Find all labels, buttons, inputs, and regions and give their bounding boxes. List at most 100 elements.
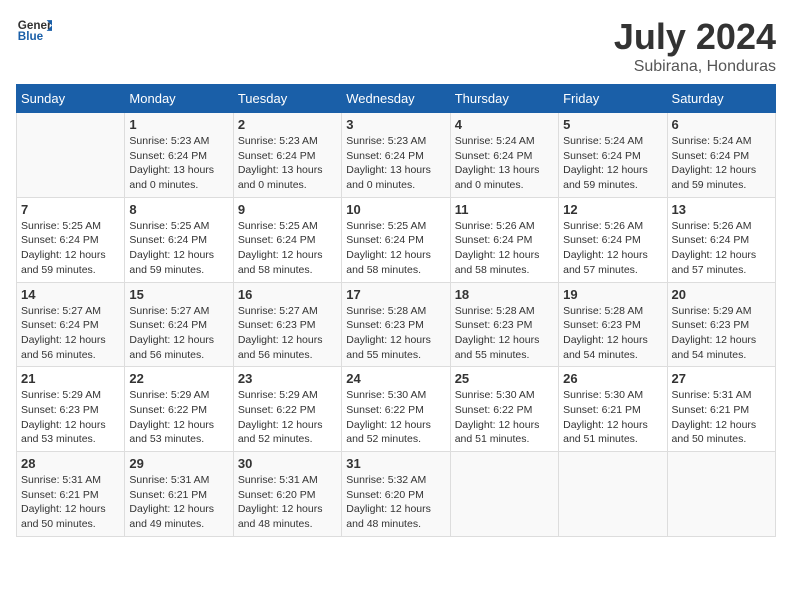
col-header-saturday: Saturday bbox=[667, 85, 775, 113]
calendar-cell: 30Sunrise: 5:31 AM Sunset: 6:20 PM Dayli… bbox=[233, 452, 341, 537]
month-year: July 2024 bbox=[614, 16, 776, 58]
day-number: 16 bbox=[238, 287, 337, 302]
day-number: 31 bbox=[346, 456, 445, 471]
col-header-sunday: Sunday bbox=[17, 85, 125, 113]
day-info: Sunrise: 5:31 AM Sunset: 6:20 PM Dayligh… bbox=[238, 473, 337, 532]
day-number: 19 bbox=[563, 287, 662, 302]
day-number: 27 bbox=[672, 371, 771, 386]
day-number: 28 bbox=[21, 456, 120, 471]
col-header-wednesday: Wednesday bbox=[342, 85, 450, 113]
calendar-week-row: 21 Sunrise: 5:29 AM Sunset: 6:23 PM Dayli… bbox=[17, 367, 776, 452]
day-number: 23 bbox=[238, 371, 337, 386]
calendar-cell: 19 Sunrise: 5:28 AM Sunset: 6:23 PM Dayli… bbox=[559, 282, 667, 367]
page-header: General Blue July 2024 Subirana, Hondura… bbox=[16, 16, 776, 76]
calendar-cell: 6 Sunrise: 5:24 AM Sunset: 6:24 PM Daylig… bbox=[667, 113, 775, 198]
calendar-cell: 10Sunrise: 5:25 AM Sunset: 6:24 PM Dayli… bbox=[342, 197, 450, 282]
svg-text:Blue: Blue bbox=[18, 30, 44, 43]
day-info: Sunrise: 5:29 AM Sunset: 6:23 PM Dayligh… bbox=[672, 304, 771, 363]
calendar-cell: 15Sunrise: 5:27 AM Sunset: 6:24 PM Dayli… bbox=[125, 282, 233, 367]
day-info: Sunrise: 5:24 AM Sunset: 6:24 PM Dayligh… bbox=[672, 134, 771, 193]
day-number: 21 bbox=[21, 371, 120, 386]
day-number: 29 bbox=[129, 456, 228, 471]
day-info: Sunrise: 5:27 AM Sunset: 6:24 PM Dayligh… bbox=[21, 304, 120, 363]
day-info: Sunrise: 5:31 AM Sunset: 6:21 PM Dayligh… bbox=[21, 473, 120, 532]
day-info: Sunrise: 5:29 AM Sunset: 6:22 PM Dayligh… bbox=[129, 388, 228, 447]
day-number: 24 bbox=[346, 371, 445, 386]
calendar-cell: 5 Sunrise: 5:24 AM Sunset: 6:24 PM Daylig… bbox=[559, 113, 667, 198]
day-number: 20 bbox=[672, 287, 771, 302]
calendar-cell: 3Sunrise: 5:23 AM Sunset: 6:24 PM Daylig… bbox=[342, 113, 450, 198]
day-number: 8 bbox=[129, 202, 228, 217]
calendar-cell: 7 Sunrise: 5:25 AM Sunset: 6:24 PM Daylig… bbox=[17, 197, 125, 282]
calendar-cell: 28 Sunrise: 5:31 AM Sunset: 6:21 PM Dayli… bbox=[17, 452, 125, 537]
day-info: Sunrise: 5:27 AM Sunset: 6:23 PM Dayligh… bbox=[238, 304, 337, 363]
day-number: 2 bbox=[238, 117, 337, 132]
day-info: Sunrise: 5:25 AM Sunset: 6:24 PM Dayligh… bbox=[346, 219, 445, 278]
calendar-cell: 20 Sunrise: 5:29 AM Sunset: 6:23 PM Dayli… bbox=[667, 282, 775, 367]
col-header-friday: Friday bbox=[559, 85, 667, 113]
day-number: 22 bbox=[129, 371, 228, 386]
day-info: Sunrise: 5:24 AM Sunset: 6:24 PM Dayligh… bbox=[455, 134, 554, 193]
calendar-cell: 26 Sunrise: 5:30 AM Sunset: 6:21 PM Dayli… bbox=[559, 367, 667, 452]
calendar-cell: 13 Sunrise: 5:26 AM Sunset: 6:24 PM Dayli… bbox=[667, 197, 775, 282]
calendar-header-row: SundayMondayTuesdayWednesdayThursdayFrid… bbox=[17, 85, 776, 113]
day-number: 6 bbox=[672, 117, 771, 132]
calendar-cell bbox=[559, 452, 667, 537]
day-number: 1 bbox=[129, 117, 228, 132]
calendar-cell: 14 Sunrise: 5:27 AM Sunset: 6:24 PM Dayli… bbox=[17, 282, 125, 367]
logo: General Blue bbox=[16, 16, 52, 44]
day-info: Sunrise: 5:30 AM Sunset: 6:22 PM Dayligh… bbox=[455, 388, 554, 447]
day-info: Sunrise: 5:26 AM Sunset: 6:24 PM Dayligh… bbox=[563, 219, 662, 278]
day-number: 11 bbox=[455, 202, 554, 217]
calendar-cell: 21 Sunrise: 5:29 AM Sunset: 6:23 PM Dayli… bbox=[17, 367, 125, 452]
day-info: Sunrise: 5:26 AM Sunset: 6:24 PM Dayligh… bbox=[672, 219, 771, 278]
calendar-cell: 27 Sunrise: 5:31 AM Sunset: 6:21 PM Dayli… bbox=[667, 367, 775, 452]
day-info: Sunrise: 5:23 AM Sunset: 6:24 PM Dayligh… bbox=[346, 134, 445, 193]
day-info: Sunrise: 5:25 AM Sunset: 6:24 PM Dayligh… bbox=[238, 219, 337, 278]
calendar-cell: 2 Sunrise: 5:23 AM Sunset: 6:24 PM Daylig… bbox=[233, 113, 341, 198]
day-number: 5 bbox=[563, 117, 662, 132]
day-number: 25 bbox=[455, 371, 554, 386]
calendar-cell: 31 Sunrise: 5:32 AM Sunset: 6:20 PM Dayli… bbox=[342, 452, 450, 537]
calendar-cell: 1 Sunrise: 5:23 AM Sunset: 6:24 PM Daylig… bbox=[125, 113, 233, 198]
calendar-cell: 9 Sunrise: 5:25 AM Sunset: 6:24 PM Daylig… bbox=[233, 197, 341, 282]
calendar-cell: 8Sunrise: 5:25 AM Sunset: 6:24 PM Daylig… bbox=[125, 197, 233, 282]
calendar-cell: 4 Sunrise: 5:24 AM Sunset: 6:24 PM Daylig… bbox=[450, 113, 558, 198]
calendar-table: SundayMondayTuesdayWednesdayThursdayFrid… bbox=[16, 84, 776, 537]
calendar-cell: 18Sunrise: 5:28 AM Sunset: 6:23 PM Dayli… bbox=[450, 282, 558, 367]
day-info: Sunrise: 5:32 AM Sunset: 6:20 PM Dayligh… bbox=[346, 473, 445, 532]
day-info: Sunrise: 5:24 AM Sunset: 6:24 PM Dayligh… bbox=[563, 134, 662, 193]
day-number: 9 bbox=[238, 202, 337, 217]
calendar-week-row: 28 Sunrise: 5:31 AM Sunset: 6:21 PM Dayli… bbox=[17, 452, 776, 537]
day-number: 26 bbox=[563, 371, 662, 386]
day-info: Sunrise: 5:29 AM Sunset: 6:23 PM Dayligh… bbox=[21, 388, 120, 447]
day-number: 15 bbox=[129, 287, 228, 302]
calendar-week-row: 1 Sunrise: 5:23 AM Sunset: 6:24 PM Daylig… bbox=[17, 113, 776, 198]
day-number: 4 bbox=[455, 117, 554, 132]
day-number: 13 bbox=[672, 202, 771, 217]
day-number: 14 bbox=[21, 287, 120, 302]
location: Subirana, Honduras bbox=[614, 58, 776, 76]
calendar-cell bbox=[450, 452, 558, 537]
day-info: Sunrise: 5:23 AM Sunset: 6:24 PM Dayligh… bbox=[238, 134, 337, 193]
day-info: Sunrise: 5:28 AM Sunset: 6:23 PM Dayligh… bbox=[346, 304, 445, 363]
calendar-cell: 23Sunrise: 5:29 AM Sunset: 6:22 PM Dayli… bbox=[233, 367, 341, 452]
calendar-week-row: 14 Sunrise: 5:27 AM Sunset: 6:24 PM Dayli… bbox=[17, 282, 776, 367]
day-info: Sunrise: 5:25 AM Sunset: 6:24 PM Dayligh… bbox=[21, 219, 120, 278]
calendar-cell bbox=[667, 452, 775, 537]
calendar-cell: 16 Sunrise: 5:27 AM Sunset: 6:23 PM Dayli… bbox=[233, 282, 341, 367]
calendar-week-row: 7 Sunrise: 5:25 AM Sunset: 6:24 PM Daylig… bbox=[17, 197, 776, 282]
day-info: Sunrise: 5:31 AM Sunset: 6:21 PM Dayligh… bbox=[672, 388, 771, 447]
day-number: 17 bbox=[346, 287, 445, 302]
calendar-cell: 24Sunrise: 5:30 AM Sunset: 6:22 PM Dayli… bbox=[342, 367, 450, 452]
calendar-cell: 22 Sunrise: 5:29 AM Sunset: 6:22 PM Dayli… bbox=[125, 367, 233, 452]
day-info: Sunrise: 5:28 AM Sunset: 6:23 PM Dayligh… bbox=[563, 304, 662, 363]
day-number: 12 bbox=[563, 202, 662, 217]
logo-icon: General Blue bbox=[16, 16, 52, 44]
calendar-cell bbox=[17, 113, 125, 198]
day-info: Sunrise: 5:31 AM Sunset: 6:21 PM Dayligh… bbox=[129, 473, 228, 532]
day-info: Sunrise: 5:23 AM Sunset: 6:24 PM Dayligh… bbox=[129, 134, 228, 193]
day-info: Sunrise: 5:28 AM Sunset: 6:23 PM Dayligh… bbox=[455, 304, 554, 363]
day-number: 7 bbox=[21, 202, 120, 217]
day-info: Sunrise: 5:30 AM Sunset: 6:21 PM Dayligh… bbox=[563, 388, 662, 447]
